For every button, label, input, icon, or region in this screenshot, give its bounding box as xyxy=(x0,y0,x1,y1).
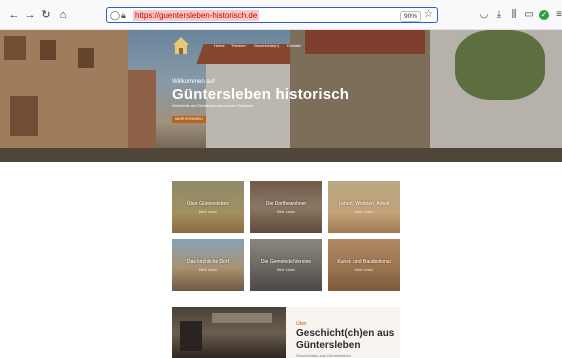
nav-themen[interactable]: Themen xyxy=(231,43,246,48)
photo-sign xyxy=(212,313,272,323)
browser-toolbar: ← → ↻ ⌂ ◯ 🔒︎ https://guentersleben-histo… xyxy=(0,0,562,30)
tile-title: Die Gemeinde/Vereine xyxy=(260,259,312,265)
tile-title: Über Güntersleben xyxy=(186,201,230,207)
tile-more-link[interactable]: Mehr Lesen xyxy=(172,268,244,272)
nav-kontakt[interactable]: Kontakt xyxy=(287,43,301,48)
hero-title: Güntersleben historisch xyxy=(172,86,350,103)
card-title: Geschicht(ch)en aus Güntersleben xyxy=(296,328,395,351)
tile-more-link[interactable]: Mehr Lesen xyxy=(250,210,322,214)
lock-icon[interactable]: 🔒︎ xyxy=(121,10,126,21)
tile-title: Leben, Wohnen, Arbeit xyxy=(338,201,390,207)
bookmark-star-icon[interactable]: ☆ xyxy=(424,9,433,20)
hero-pretitle: Willkommen auf xyxy=(172,79,215,85)
menu-icon[interactable]: ≡ xyxy=(553,9,562,21)
hero-banner: Home Themen Geschichte(n) Kontakt Willko… xyxy=(0,30,562,162)
tile-leben-wohnen-arbeit[interactable]: Leben, Wohnen, Arbeit Mehr Lesen xyxy=(328,181,400,233)
hero-cta-button[interactable]: MEHR ERFAHREN xyxy=(172,116,206,123)
site-logo[interactable] xyxy=(172,36,190,56)
photo-door xyxy=(180,321,202,351)
tile-dorfbewohner[interactable]: Die Dorfbewohner Mehr Lesen xyxy=(250,181,322,233)
tile-more-link[interactable]: Mehr Lesen xyxy=(250,268,322,272)
extension-icon[interactable]: ✓ xyxy=(539,10,549,20)
card-subtitle: Geschichten aus Güntersleben xyxy=(296,353,351,358)
tile-gemeinde-vereine[interactable]: Die Gemeinde/Vereine Mehr Lesen xyxy=(250,239,322,291)
tile-kunst-baudenkmal[interactable]: Kunst- und Baudenkmal Mehr Lesen xyxy=(328,239,400,291)
sidebar-icon[interactable]: ▭ xyxy=(523,9,535,21)
arrow-left-icon[interactable]: ← xyxy=(8,9,20,21)
url-text[interactable]: https://guentersleben-historisch.de xyxy=(133,10,260,21)
arrow-right-icon[interactable]: → xyxy=(24,9,36,21)
tile-title: Das kirchliche Dorf xyxy=(187,259,229,265)
tile-ueber-guentersleben[interactable]: Über Güntersleben Mehr Lesen xyxy=(172,181,244,233)
download-icon[interactable]: ⤓ xyxy=(493,9,505,21)
stories-card[interactable]: Über Geschicht(ch)en aus Güntersleben Ge… xyxy=(172,307,400,358)
nav-geschichten[interactable]: Geschichte(n) xyxy=(254,43,279,48)
stories-photo xyxy=(172,307,286,358)
reload-icon[interactable]: ↻ xyxy=(40,9,52,21)
tile-title: Die Dorfbewohner xyxy=(265,201,307,207)
card-pretitle: Über xyxy=(296,321,307,327)
nav-home[interactable]: Home xyxy=(214,43,225,48)
tile-more-link[interactable]: Mehr Lesen xyxy=(328,210,400,214)
address-bar[interactable]: ◯ 🔒︎ https://guentersleben-historisch.de… xyxy=(106,7,438,23)
shield-icon[interactable]: ◯ xyxy=(110,10,120,21)
tile-kirchliches-dorf[interactable]: Das kirchliche Dorf Mehr Lesen xyxy=(172,239,244,291)
library-icon[interactable]: ⫼ xyxy=(508,9,520,21)
tile-more-link[interactable]: Mehr Lesen xyxy=(172,210,244,214)
pocket-icon[interactable]: ◡ xyxy=(478,9,490,21)
home-icon[interactable]: ⌂ xyxy=(57,9,69,21)
hero-subtitle: Geschichte und Geschichten aus unserer G… xyxy=(172,104,254,108)
tile-title: Kunst- und Baudenkmal xyxy=(337,259,391,265)
tile-more-link[interactable]: Mehr Lesen xyxy=(328,268,400,272)
zoom-badge[interactable]: 90% xyxy=(399,11,421,22)
